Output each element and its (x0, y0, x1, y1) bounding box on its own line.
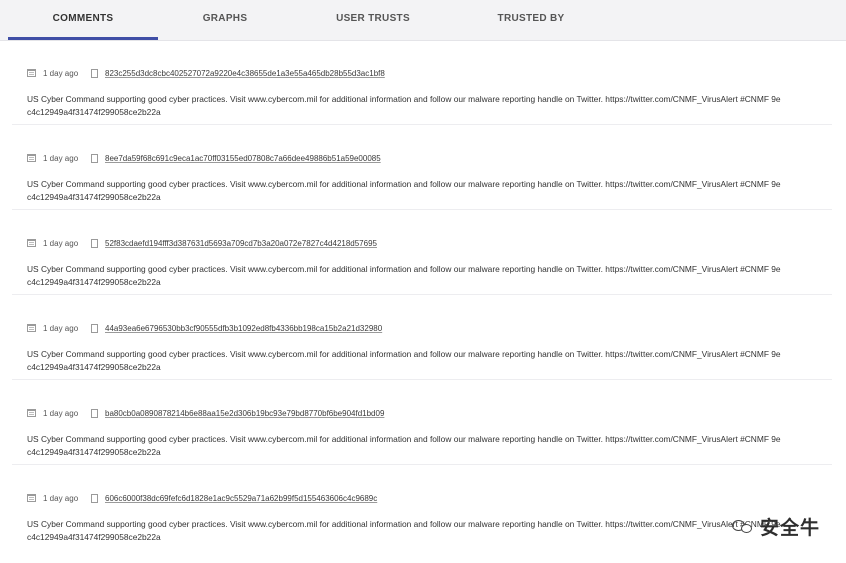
tab-graphs[interactable]: GRAPHS (150, 0, 300, 38)
comment-text-line: c4c12949a4f31474f299058ce2b22a (27, 106, 161, 117)
comment-text-line: US Cyber Command supporting good cyber p… (27, 264, 781, 274)
comment-item: 1 day ago 52f83cdaefd194fff3d387631d5693… (0, 210, 846, 295)
comment-text: US Cyber Command supporting good cyber p… (27, 348, 827, 373)
comment-item: 1 day ago 8ee7da59f68c691c9eca1ac70ff031… (0, 125, 846, 210)
file-icon (91, 494, 98, 503)
wechat-icon (731, 518, 754, 534)
comment-text-line: US Cyber Command supporting good cyber p… (27, 434, 781, 444)
tab-trusted-by[interactable]: TRUSTED BY (456, 0, 606, 38)
comment-item: 1 day ago 606c6000f38dc69fefc6d1828e1ac9… (0, 465, 846, 550)
comment-text: US Cyber Command supporting good cyber p… (27, 93, 827, 118)
file-icon (91, 239, 98, 248)
comment-text-line: US Cyber Command supporting good cyber p… (27, 179, 781, 189)
comment-text-line: c4c12949a4f31474f299058ce2b22a (27, 276, 161, 287)
tab-comments[interactable]: COMMENTS (8, 0, 158, 40)
comment-text-line: US Cyber Command supporting good cyber p… (27, 349, 781, 359)
comment-text: US Cyber Command supporting good cyber p… (27, 433, 827, 458)
calendar-icon (27, 324, 36, 332)
comment-text-line: c4c12949a4f31474f299058ce2b22a (27, 531, 161, 542)
file-icon (91, 154, 98, 163)
comment-age: 1 day ago (43, 239, 79, 248)
file-icon (91, 409, 98, 418)
comment-item: 1 day ago ba80cb0a0890878214b6e88aa15e2d… (0, 380, 846, 465)
file-hash-link[interactable]: 52f83cdaefd194fff3d387631d5693a709cd7b3a… (105, 237, 377, 251)
comment-text-line: US Cyber Command supporting good cyber p… (27, 519, 781, 529)
file-hash-link[interactable]: ba80cb0a0890878214b6e88aa15e2d306b19bc93… (105, 407, 384, 421)
comment-text-line: US Cyber Command supporting good cyber p… (27, 94, 781, 104)
file-hash-link[interactable]: 823c255d3dc8cbc402527072a9220e4c38655de1… (105, 67, 385, 81)
comment-text-line: c4c12949a4f31474f299058ce2b22a (27, 191, 161, 202)
tab-user-trusts[interactable]: USER TRUSTS (298, 0, 448, 38)
file-icon (91, 69, 98, 78)
file-icon (91, 324, 98, 333)
comment-age: 1 day ago (43, 69, 79, 78)
comment-age: 1 day ago (43, 324, 79, 333)
comment-text: US Cyber Command supporting good cyber p… (27, 518, 827, 543)
comment-item: 1 day ago 44a93ea6e6796530bb3cf90555dfb3… (0, 295, 846, 380)
watermark: 安全牛 (731, 515, 820, 539)
comments-list: 1 day ago 823c255d3dc8cbc402527072a9220e… (0, 40, 846, 550)
comment-text: US Cyber Command supporting good cyber p… (27, 263, 827, 288)
comment-age: 1 day ago (43, 409, 79, 418)
comment-age: 1 day ago (43, 494, 79, 503)
file-hash-link[interactable]: 8ee7da59f68c691c9eca1ac70ff03155ed07808c… (105, 152, 381, 166)
calendar-icon (27, 494, 36, 502)
comment-text-line: c4c12949a4f31474f299058ce2b22a (27, 446, 161, 457)
file-hash-link[interactable]: 44a93ea6e6796530bb3cf90555dfb3b1092ed8fb… (105, 322, 382, 336)
comment-item: 1 day ago 823c255d3dc8cbc402527072a9220e… (0, 40, 846, 125)
calendar-icon (27, 154, 36, 162)
calendar-icon (27, 69, 36, 77)
file-hash-link[interactable]: 606c6000f38dc69fefc6d1828e1ac9c5529a71a6… (105, 492, 377, 506)
comment-text: US Cyber Command supporting good cyber p… (27, 178, 827, 203)
comment-text-line: c4c12949a4f31474f299058ce2b22a (27, 361, 161, 372)
watermark-text: 安全牛 (759, 516, 820, 539)
comment-age: 1 day ago (43, 154, 79, 163)
calendar-icon (27, 409, 36, 417)
calendar-icon (27, 239, 36, 247)
tab-bar: COMMENTS GRAPHS USER TRUSTS TRUSTED BY (0, 0, 846, 41)
